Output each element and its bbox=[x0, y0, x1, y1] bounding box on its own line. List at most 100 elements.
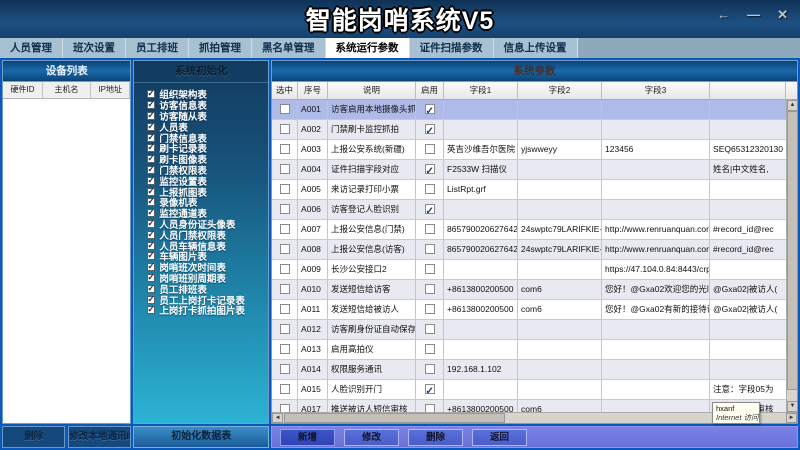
minimize-icon[interactable]: — bbox=[747, 8, 760, 22]
enabled-cell[interactable] bbox=[416, 340, 444, 359]
select-checkbox-icon[interactable] bbox=[280, 324, 290, 334]
tab-7[interactable]: 证件扫描参数 bbox=[410, 38, 494, 58]
enabled-cell[interactable] bbox=[416, 240, 444, 259]
tab-8[interactable]: 信息上传设置 bbox=[494, 38, 578, 58]
enabled-cell[interactable] bbox=[416, 180, 444, 199]
enabled-checkbox-icon[interactable] bbox=[425, 224, 435, 234]
enabled-cell[interactable] bbox=[416, 140, 444, 159]
device-table-body[interactable] bbox=[3, 99, 130, 423]
checkbox-icon[interactable] bbox=[147, 166, 155, 174]
select-cell[interactable] bbox=[272, 220, 298, 239]
enabled-checkbox-icon[interactable] bbox=[425, 144, 435, 154]
table-row[interactable]: A015人脸识别开门注意：字段05为 bbox=[272, 380, 797, 400]
tab-1[interactable]: 人员管理 bbox=[0, 38, 63, 58]
checkbox-icon[interactable] bbox=[147, 242, 155, 250]
checkbox-icon[interactable] bbox=[147, 112, 155, 120]
table-row[interactable]: A003上报公安系统(新疆)英吉沙维吾尔医院yjswweyy123456SEQ6… bbox=[272, 140, 797, 160]
scroll-down-icon[interactable]: ▼ bbox=[787, 401, 797, 412]
select-checkbox-icon[interactable] bbox=[280, 244, 290, 254]
table-row[interactable]: A010发送短信给访客+8613800200500com6您好！@Gxa02欢迎… bbox=[272, 280, 797, 300]
back-icon[interactable]: ← bbox=[717, 8, 730, 22]
select-cell[interactable] bbox=[272, 180, 298, 199]
enabled-cell[interactable] bbox=[416, 220, 444, 239]
select-checkbox-icon[interactable] bbox=[280, 144, 290, 154]
select-checkbox-icon[interactable] bbox=[280, 384, 290, 394]
scroll-up-icon[interactable]: ▲ bbox=[787, 100, 797, 111]
enabled-cell[interactable] bbox=[416, 160, 444, 179]
enabled-cell[interactable] bbox=[416, 200, 444, 219]
select-cell[interactable] bbox=[272, 400, 298, 412]
select-checkbox-icon[interactable] bbox=[280, 304, 290, 314]
enabled-checkbox-icon[interactable] bbox=[425, 364, 435, 374]
table-row[interactable]: A012访客刷身份证自动保存 bbox=[272, 320, 797, 340]
select-cell[interactable] bbox=[272, 360, 298, 379]
modify-local-ip-button[interactable]: 修改本地通讯IP bbox=[68, 426, 131, 448]
enabled-cell[interactable] bbox=[416, 280, 444, 299]
checkbox-icon[interactable] bbox=[147, 198, 155, 206]
select-cell[interactable] bbox=[272, 280, 298, 299]
enabled-cell[interactable] bbox=[416, 380, 444, 399]
select-checkbox-icon[interactable] bbox=[280, 184, 290, 194]
select-cell[interactable] bbox=[272, 100, 298, 119]
return-button[interactable]: 返回 bbox=[472, 429, 527, 446]
init-checkbox-item[interactable]: 上岗打卡抓拍图片表 bbox=[147, 305, 264, 316]
enabled-cell[interactable] bbox=[416, 360, 444, 379]
table-row[interactable]: A014权限服务通讯192.168.1.102 bbox=[272, 360, 797, 380]
select-cell[interactable] bbox=[272, 380, 298, 399]
tab-6[interactable]: 系统运行参数 bbox=[326, 38, 410, 58]
enabled-cell[interactable] bbox=[416, 320, 444, 339]
select-cell[interactable] bbox=[272, 300, 298, 319]
select-cell[interactable] bbox=[272, 320, 298, 339]
enabled-checkbox-icon[interactable] bbox=[425, 104, 435, 114]
table-row[interactable]: A007上报公安信息(门禁)86579002062764224swptc79LA… bbox=[272, 220, 797, 240]
enabled-cell[interactable] bbox=[416, 120, 444, 139]
table-row[interactable]: A005来访记录打印小票ListRpt.grf bbox=[272, 180, 797, 200]
select-checkbox-icon[interactable] bbox=[280, 264, 290, 274]
tab-2[interactable]: 班次设置 bbox=[63, 38, 126, 58]
close-icon[interactable]: ✕ bbox=[777, 8, 788, 22]
delete-device-button[interactable]: 删除 bbox=[2, 426, 65, 448]
vertical-scroll-thumb[interactable] bbox=[787, 111, 797, 390]
modify-button[interactable]: 修改 bbox=[344, 429, 399, 446]
table-row[interactable]: A009长沙公安接口2https://47.104.0.84:8443/crp bbox=[272, 260, 797, 280]
table-row[interactable]: A011发送短信给被访人+8613800200500com6您好！@Gxa02有… bbox=[272, 300, 797, 320]
tab-5[interactable]: 黑名单管理 bbox=[252, 38, 326, 58]
scroll-right-icon[interactable]: ► bbox=[786, 413, 797, 423]
enabled-checkbox-icon[interactable] bbox=[425, 404, 435, 412]
enabled-checkbox-icon[interactable] bbox=[425, 324, 435, 334]
checkbox-icon[interactable] bbox=[147, 274, 155, 282]
enabled-checkbox-icon[interactable] bbox=[425, 304, 435, 314]
checkbox-icon[interactable] bbox=[147, 263, 155, 271]
vertical-scrollbar[interactable]: ▲ ▼ bbox=[786, 100, 797, 412]
select-cell[interactable] bbox=[272, 160, 298, 179]
select-checkbox-icon[interactable] bbox=[280, 104, 290, 114]
select-cell[interactable] bbox=[272, 260, 298, 279]
enabled-checkbox-icon[interactable] bbox=[425, 244, 435, 254]
enabled-cell[interactable] bbox=[416, 260, 444, 279]
enabled-checkbox-icon[interactable] bbox=[425, 344, 435, 354]
checkbox-icon[interactable] bbox=[147, 252, 155, 260]
checkbox-icon[interactable] bbox=[147, 144, 155, 152]
select-checkbox-icon[interactable] bbox=[280, 364, 290, 374]
table-row[interactable]: A001访客启用本地摄像头抓拍 bbox=[272, 100, 797, 120]
select-cell[interactable] bbox=[272, 200, 298, 219]
checkbox-icon[interactable] bbox=[147, 177, 155, 185]
table-row[interactable]: A002门禁刷卡监控抓拍 bbox=[272, 120, 797, 140]
select-cell[interactable] bbox=[272, 120, 298, 139]
delete-button[interactable]: 删除 bbox=[408, 429, 463, 446]
enabled-checkbox-icon[interactable] bbox=[425, 384, 435, 394]
checkbox-icon[interactable] bbox=[147, 209, 155, 217]
enabled-checkbox-icon[interactable] bbox=[425, 264, 435, 274]
checkbox-icon[interactable] bbox=[147, 306, 155, 314]
select-cell[interactable] bbox=[272, 240, 298, 259]
tab-3[interactable]: 员工排班 bbox=[126, 38, 189, 58]
table-row[interactable]: A013启用高拍仪 bbox=[272, 340, 797, 360]
checkbox-icon[interactable] bbox=[147, 155, 155, 163]
table-row[interactable]: A004证件扫描字段对应F2533W 扫描仪姓名|中文姓名, bbox=[272, 160, 797, 180]
select-checkbox-icon[interactable] bbox=[280, 124, 290, 134]
select-checkbox-icon[interactable] bbox=[280, 164, 290, 174]
select-checkbox-icon[interactable] bbox=[280, 344, 290, 354]
enabled-checkbox-icon[interactable] bbox=[425, 284, 435, 294]
enabled-cell[interactable] bbox=[416, 300, 444, 319]
add-button[interactable]: 新增 bbox=[280, 429, 335, 446]
